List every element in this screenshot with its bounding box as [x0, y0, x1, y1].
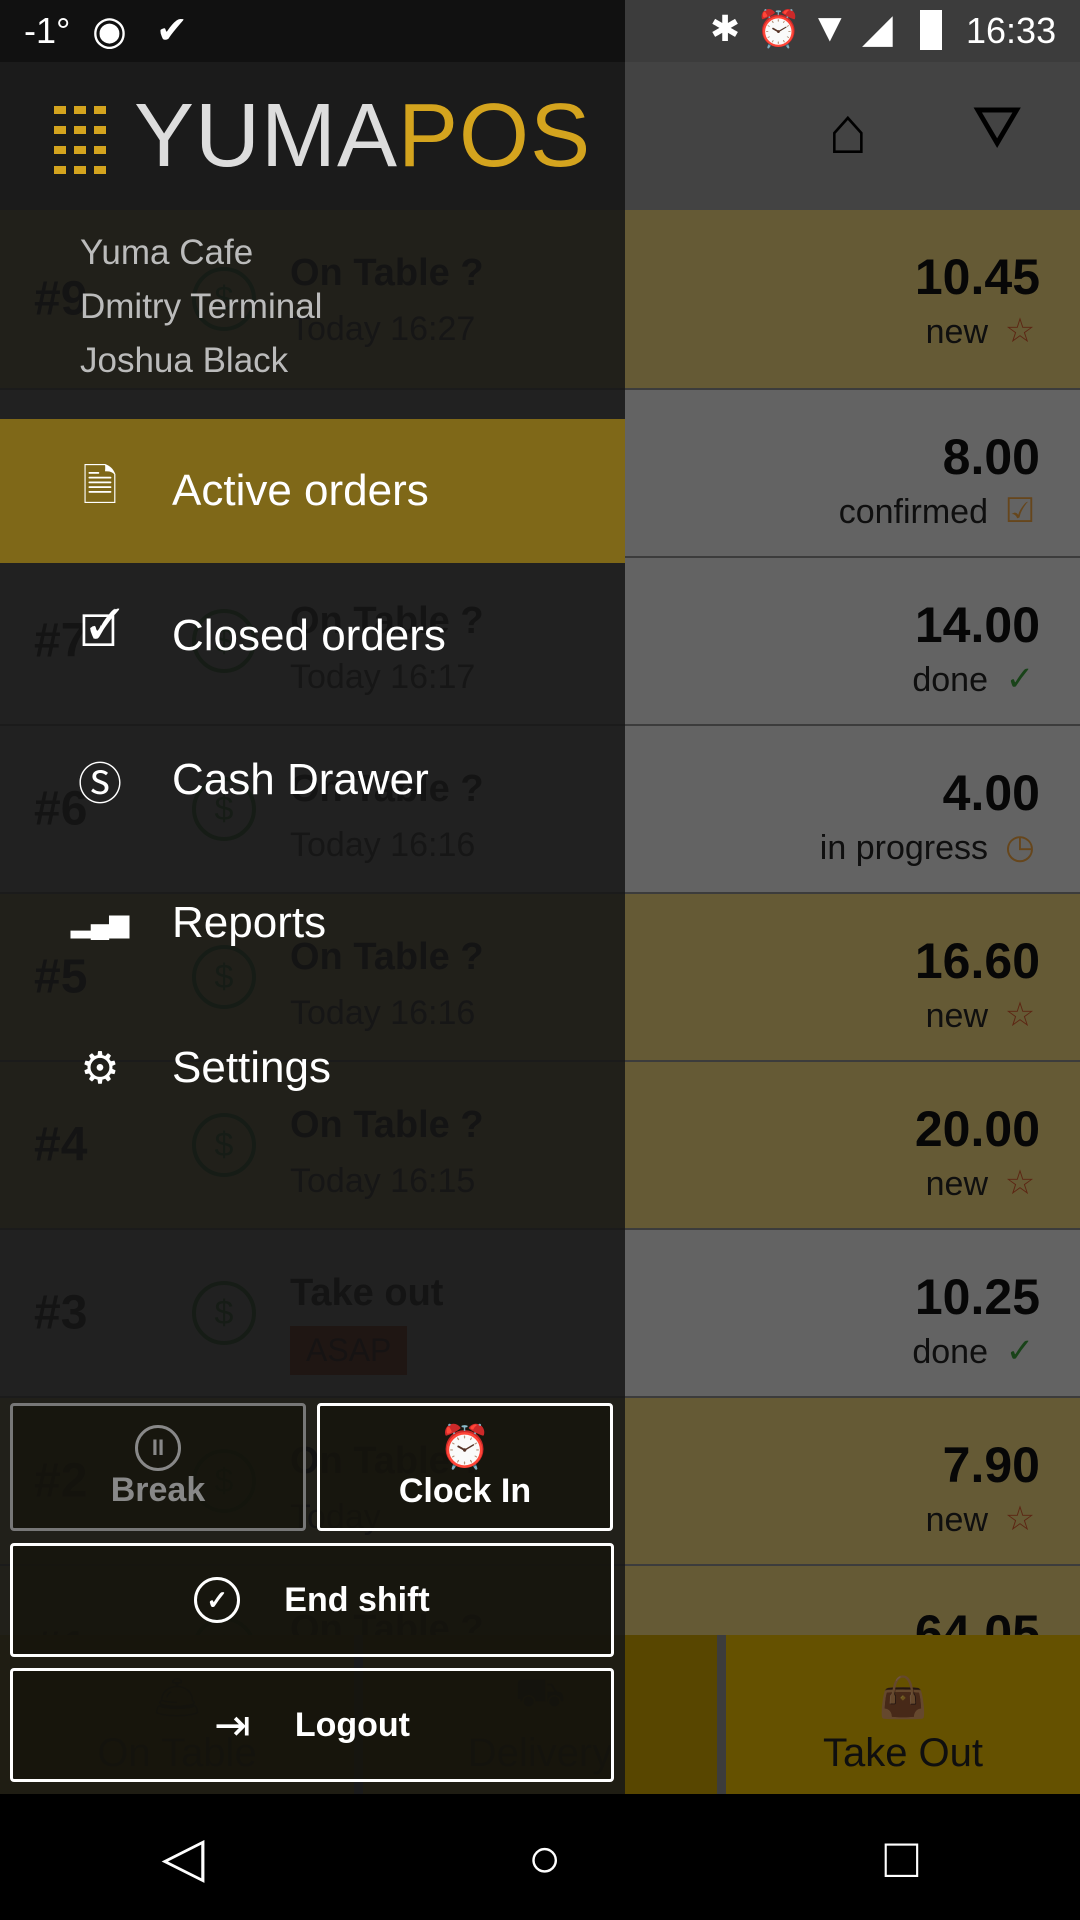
bar-chart-icon: ▂▄▆ [70, 907, 130, 938]
alarm-icon: ⏰ [756, 8, 801, 49]
clock-in-label: Clock In [398, 1472, 532, 1510]
system-nav-bar: ◁ ○ □ [0, 1794, 1080, 1920]
place-name: Yuma Cafe [80, 233, 254, 272]
home-icon[interactable]: ○ [528, 1825, 562, 1890]
document-icon: 🗎 [82, 461, 118, 511]
menu-item-label: Cash Drawer [172, 755, 429, 804]
temperature: -1° [24, 10, 71, 51]
menu-item-closed-orders[interactable]: 🗹 Closed orders [0, 564, 625, 708]
end-shift-label: End shift [284, 1580, 430, 1619]
clock-in-button[interactable]: ⏰ Clock In [317, 1403, 613, 1531]
clock: 16:33 [966, 10, 1057, 51]
recents-icon[interactable]: □ [885, 1825, 919, 1890]
logout-button[interactable]: ⇥ Logout [10, 1668, 614, 1782]
pause-icon: II [135, 1424, 181, 1471]
menu-item-label: Settings [172, 1043, 331, 1092]
bluetooth-icon: ✱ [710, 8, 741, 49]
gear-icon: ⚙ [80, 1043, 120, 1093]
circle-icon: ◉ [92, 9, 127, 53]
navigation-drawer: YUMAPOS Yuma Cafe Dmitry Terminal Joshua… [0, 62, 625, 1794]
alarm-check-icon: ⏰ [438, 1423, 492, 1470]
menu-item-settings[interactable]: ⚙ Settings [0, 996, 625, 1140]
menu-item-cash-drawer[interactable]: Ⓢ Cash Drawer [0, 708, 625, 852]
logo-text: YUMA [134, 85, 399, 186]
wifi-icon: ▼ [810, 6, 850, 50]
account-info: Yuma Cafe Dmitry Terminal Joshua Black [0, 210, 625, 390]
user-name: Joshua Black [80, 341, 289, 380]
end-shift-button[interactable]: ✓ End shift [10, 1543, 614, 1657]
menu-item-active-orders[interactable]: 🗎 Active orders [0, 419, 625, 563]
status-bar: -1° ◉ ✔ ✱ ⏰ ▼ ◢ 16:33 [0, 0, 1080, 62]
logo: YUMAPOS [0, 62, 625, 210]
break-button[interactable]: II Break [10, 1403, 306, 1531]
menu-item-label: Reports [172, 898, 327, 947]
terminal-name: Dmitry Terminal [80, 287, 323, 326]
break-label: Break [110, 1470, 206, 1509]
menu-item-label: Active orders [172, 466, 429, 515]
logout-label: Logout [294, 1705, 411, 1744]
menu-item-reports[interactable]: ▂▄▆ Reports [0, 851, 625, 995]
logo-text-accent: POS [398, 85, 592, 186]
document-check-icon: 🗹 [80, 606, 120, 656]
check-circle-icon: ✓ [194, 1577, 241, 1623]
logout-icon: ⇥ [213, 1700, 251, 1750]
logo-mark-icon [54, 98, 110, 174]
menu-item-label: Closed orders [172, 611, 446, 660]
signal-icon: ◢ [862, 7, 893, 51]
dollar-circle-icon: Ⓢ [78, 760, 122, 809]
back-icon[interactable]: ◁ [162, 1824, 205, 1890]
battery-charging-icon [920, 10, 942, 50]
check-flag-icon: ✔ [156, 10, 188, 52]
